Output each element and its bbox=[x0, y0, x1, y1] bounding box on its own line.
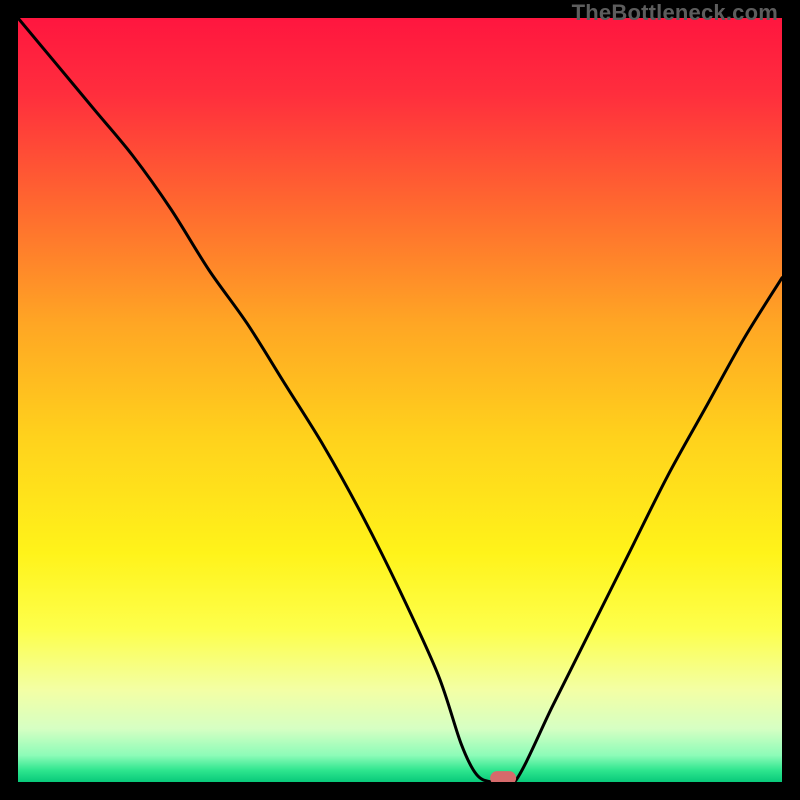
gradient-background bbox=[18, 18, 782, 782]
watermark-text: TheBottleneck.com bbox=[572, 0, 778, 26]
plot-area bbox=[18, 18, 782, 782]
optimal-marker bbox=[490, 771, 516, 782]
chart-svg bbox=[18, 18, 782, 782]
chart-stage: TheBottleneck.com bbox=[0, 0, 800, 800]
